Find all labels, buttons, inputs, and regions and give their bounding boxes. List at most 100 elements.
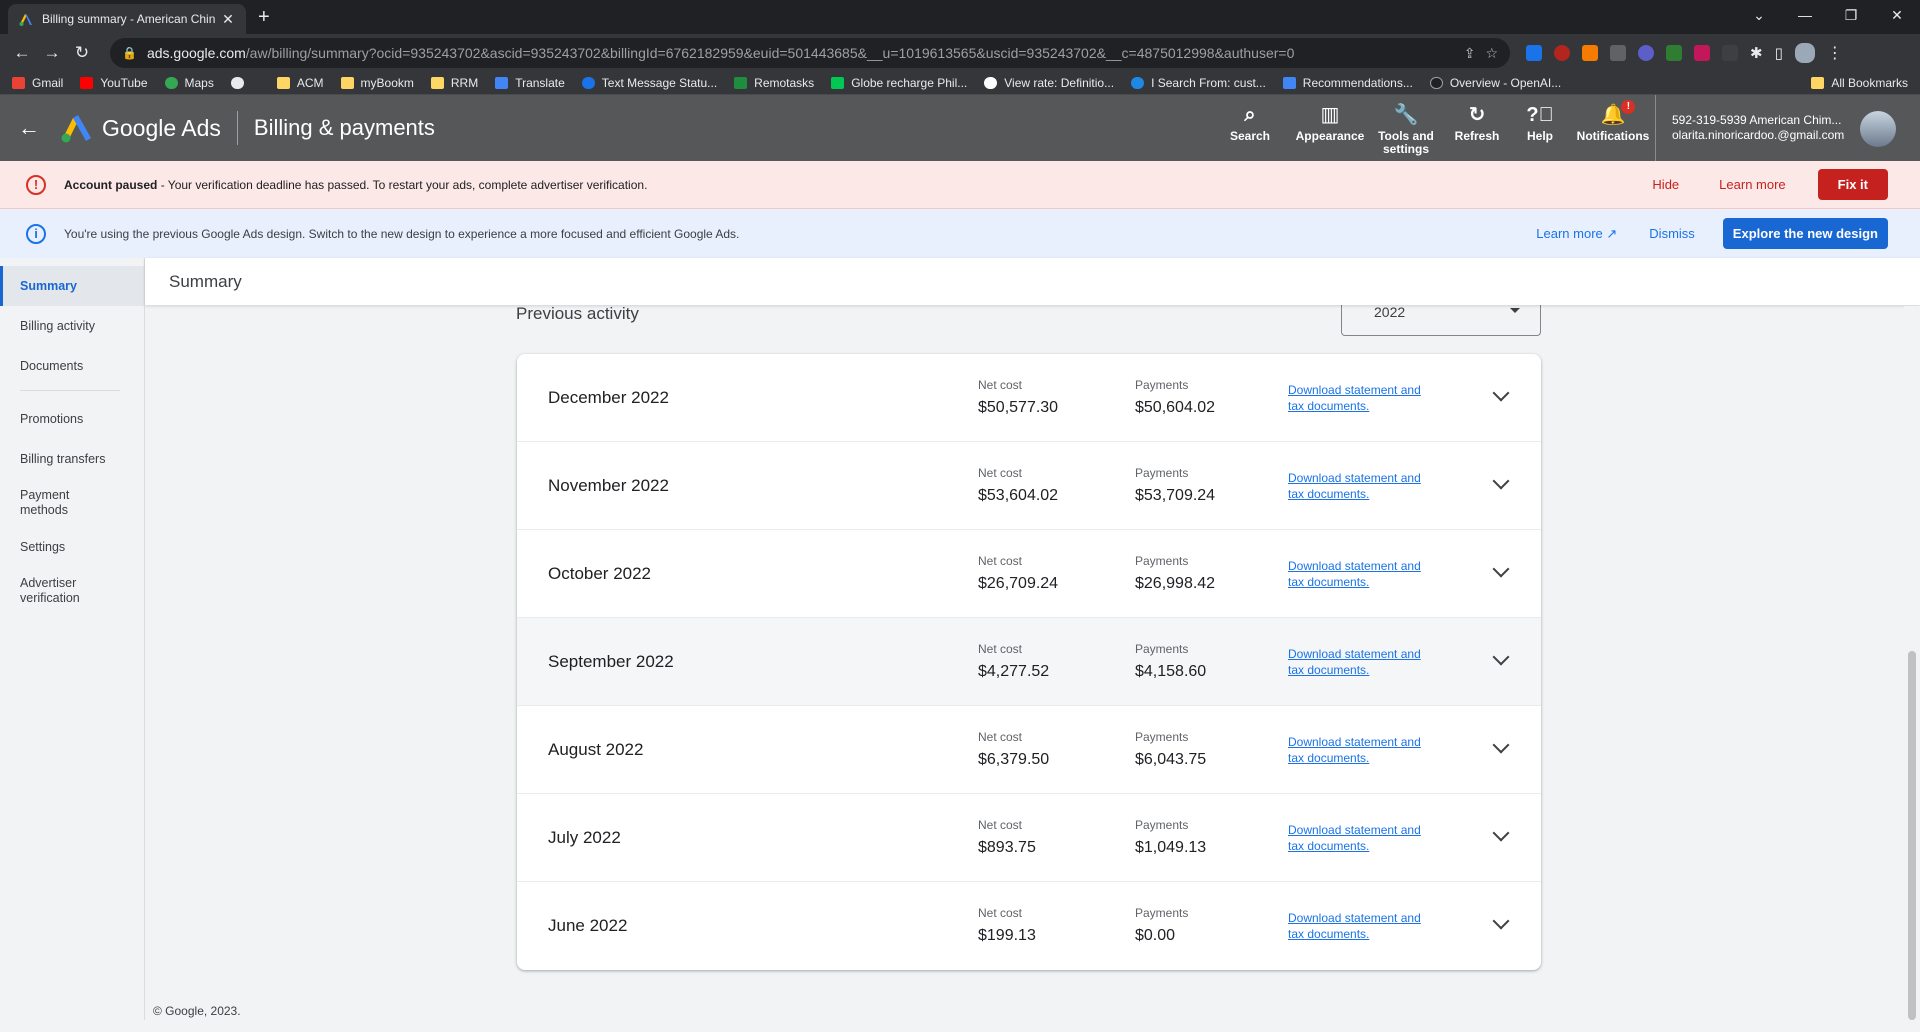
download-statement-link[interactable]: Download statement and tax documents. [1288,558,1428,590]
extension-icon[interactable] [1722,45,1738,61]
bookmark-item[interactable]: Globe recharge Phil... [831,76,967,90]
bookmark-item[interactable]: Remotasks [734,76,814,90]
activity-row[interactable]: December 2022 Net cost $50,577.30 Payment… [517,354,1541,442]
all-bookmarks[interactable]: All Bookmarks [1811,76,1908,90]
url-host: ads.google.com [146,45,246,61]
minimize-icon[interactable]: — [1782,0,1828,30]
learn-more-link[interactable]: Learn more ↗ [1536,226,1617,242]
download-statement-link[interactable]: Download statement and tax documents. [1288,910,1428,942]
extension-icon[interactable] [1694,45,1710,61]
scrollbar-thumb[interactable] [1908,651,1916,1020]
fix-it-button[interactable]: Fix it [1817,169,1888,200]
extensions-puzzle-icon[interactable]: ✱ [1750,44,1763,62]
sidebar-item-billing-activity[interactable]: Billing activity [0,306,144,346]
bookmark-item[interactable]: Overview - OpenAI... [1429,76,1561,90]
tools-settings-button[interactable]: 🔧 Tools and settings [1370,95,1442,161]
bookmark-item[interactable]: Recommendations... [1282,76,1413,90]
extension-icon[interactable] [1666,45,1682,61]
tab-close-icon[interactable]: ✕ [220,11,236,28]
chevron-down-icon[interactable] [1492,824,1510,842]
chevron-down-icon[interactable] [1492,560,1510,578]
sidebar-item-payment-methods[interactable]: Payment methods [0,479,100,527]
profile-avatar-icon[interactable] [1794,43,1815,63]
reload-icon[interactable]: ↻ [68,43,96,63]
chevron-down-icon[interactable] [1492,648,1510,666]
wrench-icon: 🔧 [1393,104,1419,126]
help-button[interactable]: ?⃝ Help [1512,95,1568,161]
account-info[interactable]: 592-319-5939 American Chim... olarita.ni… [1655,95,1844,161]
dismiss-button[interactable]: Dismiss [1649,226,1695,241]
close-window-icon[interactable]: ✕ [1874,0,1920,30]
page-scrollbar[interactable] [1904,306,1920,1020]
back-icon[interactable]: ← [8,43,36,63]
download-statement-link[interactable]: Download statement and tax documents. [1288,822,1428,854]
extension-icon[interactable] [1554,45,1570,61]
bookmark-item[interactable]: myBookm [340,76,414,90]
address-bar[interactable]: 🔒 ads.google.com /aw/billing/summary?oci… [110,38,1510,68]
bookmark-item[interactable]: Maps [164,76,214,90]
extension-icon[interactable] [1582,45,1598,61]
new-tab-icon[interactable]: + [258,6,270,29]
sidebar-item-summary[interactable]: Summary [0,266,144,306]
forward-icon[interactable]: → [38,43,66,63]
share-icon[interactable]: ⇪ [1464,45,1476,62]
extension-icon[interactable] [1526,45,1542,61]
restore-icon[interactable]: ❐ [1828,0,1874,30]
bookmark-item[interactable]: ACM [276,76,324,90]
net-cost-column: Net cost $199.13 [978,906,1036,944]
download-statement-link[interactable]: Download statement and tax documents. [1288,734,1428,766]
side-panel-icon[interactable]: ▯ [1775,44,1783,62]
remotasks-icon [734,77,748,89]
activity-row[interactable]: November 2022 Net cost $53,604.02 Payment… [517,442,1541,530]
sidebar-item-advertiser-verification[interactable]: Advertiser verification [0,567,100,615]
sidebar-item-billing-transfers[interactable]: Billing transfers [0,439,144,479]
refresh-button[interactable]: ↻ Refresh [1442,95,1512,161]
download-statement-link[interactable]: Download statement and tax documents. [1288,470,1428,502]
bookmark-item[interactable]: I Search From: cust... [1131,76,1266,90]
bookmark-item[interactable]: RRM [430,76,478,90]
activity-row[interactable]: October 2022 Net cost $26,709.24 Payments… [517,530,1541,618]
payments-column: Payments $26,998.42 [1135,554,1216,592]
learn-more-link[interactable]: Learn more [1719,177,1785,192]
activity-row[interactable]: June 2022 Net cost $199.13 Payments $0.00 … [517,882,1541,970]
extension-icon[interactable] [1638,45,1654,61]
chevron-down-icon[interactable] [1492,384,1510,402]
chevron-down-icon[interactable] [1492,736,1510,754]
folder-icon [1811,77,1825,89]
download-statement-link[interactable]: Download statement and tax documents. [1288,646,1428,678]
search-button[interactable]: ⌕ Search [1210,95,1290,161]
bookmark-item[interactable]: View rate: Definitio... [984,76,1114,90]
header-actions: ⌕ Search ▥ Appearance 🔧 Tools and settin… [1210,95,1658,161]
back-arrow-icon[interactable]: ← [18,115,54,141]
bookmark-item[interactable]: YouTube [80,76,148,90]
appearance-button[interactable]: ▥ Appearance [1290,95,1370,161]
activity-row[interactable]: September 2022 Net cost $4,277.52 Payment… [517,618,1541,706]
bookmark-item[interactable]: Text Message Statu... [581,76,717,90]
bookmark-star-icon[interactable]: ☆ [1485,45,1498,62]
tab-search-icon[interactable]: ⌄ [1736,0,1782,30]
lock-icon: 🔒 [122,46,137,60]
bookmark-item[interactable]: Translate [495,76,565,90]
sidebar-item-promotions[interactable]: Promotions [0,399,144,439]
notifications-button[interactable]: 🔔! Notifications [1568,95,1658,161]
help-icon: ?⃝ [1526,104,1554,126]
menu-dots-icon[interactable]: ⋮ [1827,43,1843,63]
sidebar-item-documents[interactable]: Documents [0,346,144,386]
avatar[interactable] [1860,111,1896,147]
browser-tab[interactable]: Billing summary - American Chin ✕ [8,4,246,34]
bookmark-item[interactable]: Gmail [12,76,63,90]
activity-row[interactable]: August 2022 Net cost $6,379.50 Payments $6… [517,706,1541,794]
gmail-icon [12,77,25,89]
month-label: September 2022 [548,652,674,671]
payments-column: Payments $53,709.24 [1135,466,1216,504]
chevron-down-icon[interactable] [1492,472,1510,490]
hide-button[interactable]: Hide [1652,177,1679,192]
explore-new-design-button[interactable]: Explore the new design [1722,218,1888,249]
activity-row[interactable]: July 2022 Net cost $893.75 Payments $1,049… [517,794,1541,882]
extension-icon[interactable] [1610,45,1626,61]
bookmark-item[interactable] [230,77,260,89]
sidebar-item-settings[interactable]: Settings [0,527,144,567]
chevron-down-icon[interactable] [1492,912,1510,930]
download-statement-link[interactable]: Download statement and tax documents. [1288,382,1428,414]
error-icon: ! [26,174,46,195]
